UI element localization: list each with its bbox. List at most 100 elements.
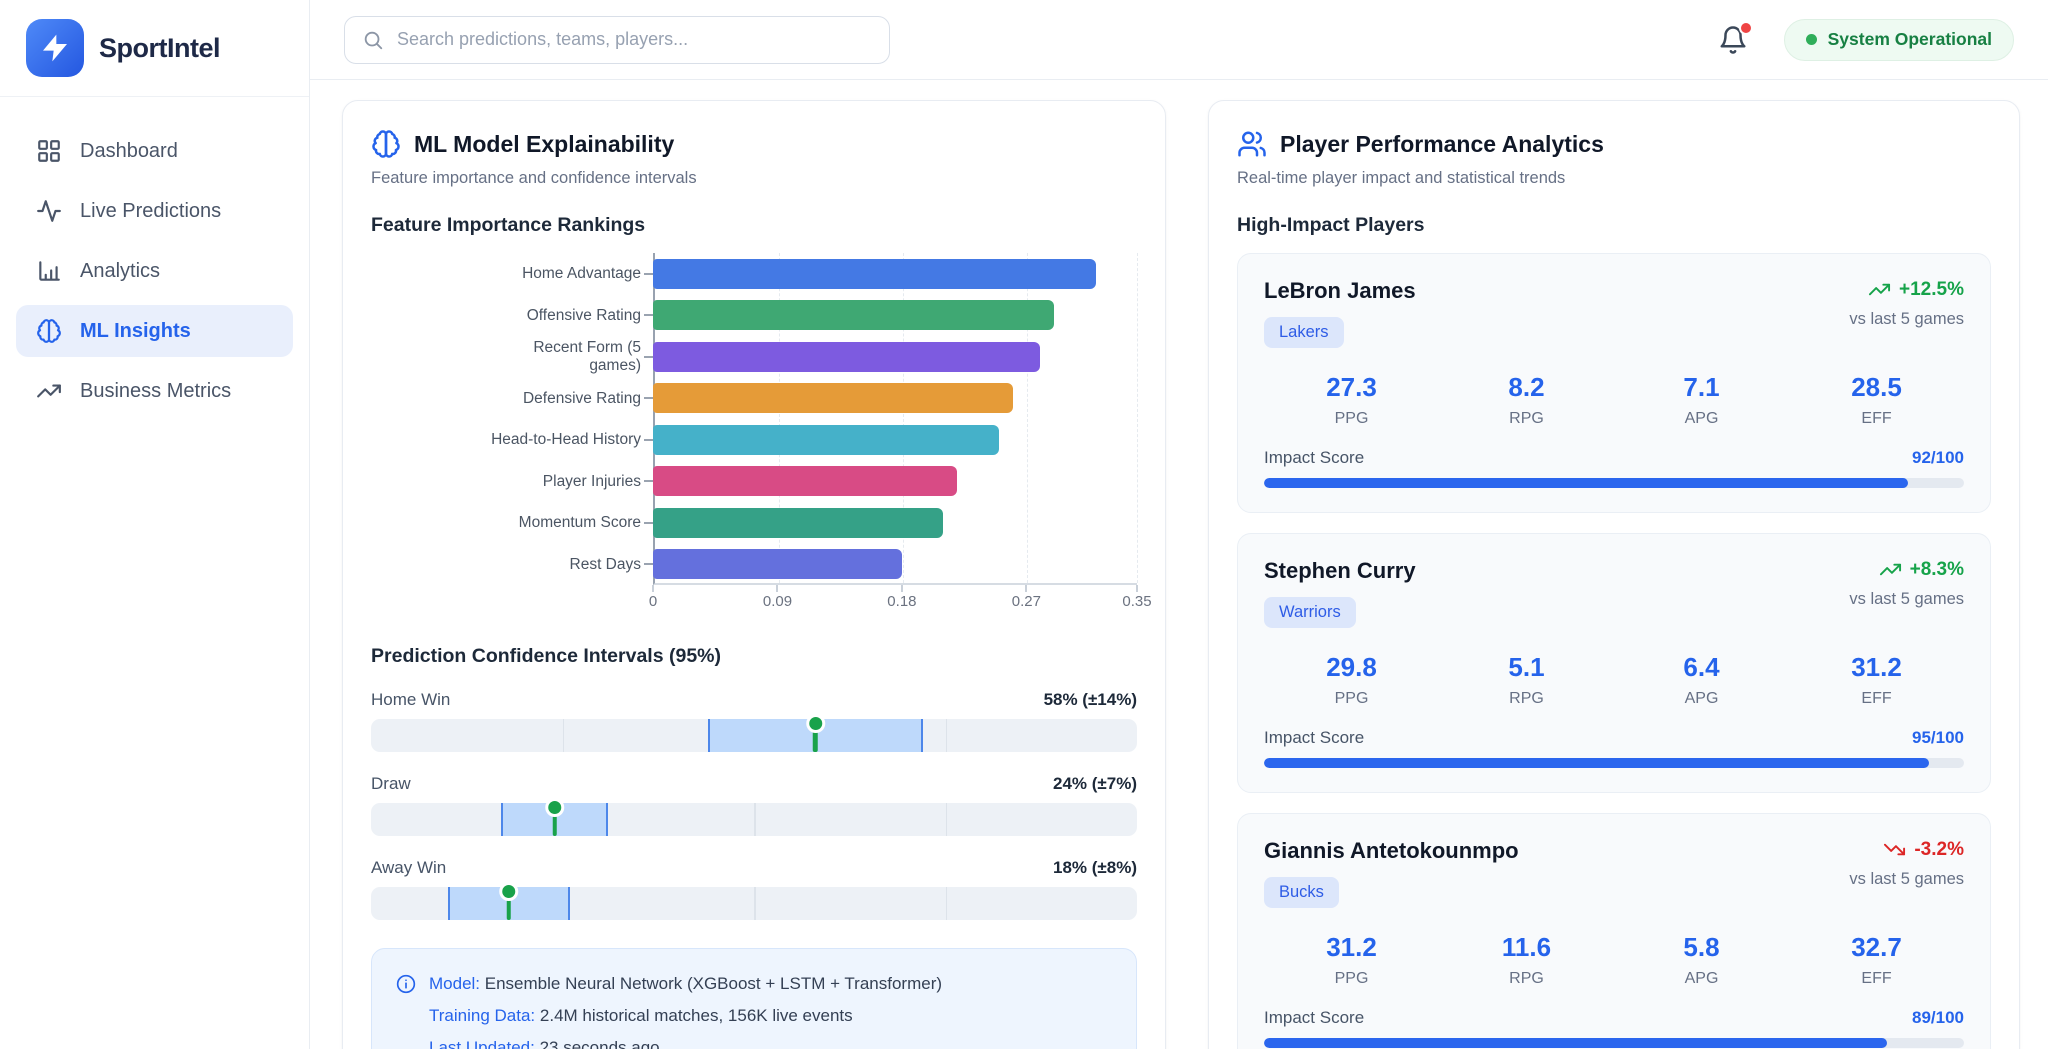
player-card-lebron-james: LeBron James Lakers +12.5% vs last 5 gam… xyxy=(1237,253,1991,513)
player-stat-ppg: 29.8PPG xyxy=(1264,652,1439,708)
player-card-stephen-curry: Stephen Curry Warriors +8.3% vs last 5 g… xyxy=(1237,533,1991,793)
impact-score-value: 95/100 xyxy=(1912,728,1964,748)
sidebar: SportIntel Dashboard Live Predictions An… xyxy=(0,0,310,1049)
player-name: Stephen Curry xyxy=(1264,558,1416,584)
ci-value-label: 58% (±14%) xyxy=(1044,690,1137,710)
ml-explainability-card: ML Model Explainability Feature importan… xyxy=(342,100,1166,1049)
impact-score-bar xyxy=(1264,478,1964,488)
model-info-line: Last Updated: 23 seconds ago xyxy=(429,1035,942,1049)
player-stat-apg: 7.1APG xyxy=(1614,372,1789,428)
players-list: LeBron James Lakers +12.5% vs last 5 gam… xyxy=(1237,253,1991,1049)
players-card-title: Player Performance Analytics xyxy=(1280,131,1604,158)
player-trend: +8.3% xyxy=(1849,558,1964,581)
players-card-subtitle: Real-time player impact and statistical … xyxy=(1237,169,1991,188)
notifications-button[interactable] xyxy=(1718,25,1748,55)
chart-row: Offensive Rating xyxy=(371,295,1137,337)
player-team-badge: Lakers xyxy=(1264,317,1344,348)
chart-bar xyxy=(653,549,902,579)
impact-score-bar xyxy=(1264,1038,1964,1048)
system-status-badge: System Operational xyxy=(1784,19,2014,61)
chart-row: Defensive Rating xyxy=(371,378,1137,420)
chart-category-label: Defensive Rating xyxy=(371,390,653,408)
chart-bar xyxy=(653,342,1040,372)
trending-up-icon xyxy=(36,378,62,404)
ci-marker-icon xyxy=(813,719,818,752)
feature-importance-title: Feature Importance Rankings xyxy=(371,214,1137,237)
chart-x-tick: 0 xyxy=(649,593,657,610)
chart-bar xyxy=(653,259,1096,289)
impact-score-label: Impact Score xyxy=(1264,1008,1364,1028)
trending-down-icon xyxy=(1883,838,1906,861)
chart-row: Rest Days xyxy=(371,544,1137,586)
sidebar-item-analytics[interactable]: Analytics xyxy=(16,245,293,297)
chart-bar xyxy=(653,425,999,455)
ci-outcome-label: Draw xyxy=(371,774,411,794)
player-stat-apg: 5.8APG xyxy=(1614,932,1789,988)
app-logo[interactable]: SportIntel xyxy=(0,0,309,97)
chart-x-tick: 0.18 xyxy=(887,593,916,610)
player-trend: -3.2% xyxy=(1849,838,1964,861)
ci-value-label: 24% (±7%) xyxy=(1053,774,1137,794)
feature-importance-chart: Home Advantage Offensive Rating Recent F… xyxy=(371,253,1137,615)
confidence-intervals: Home Win 58% (±14%) Draw 24% (±7%) Away … xyxy=(371,690,1137,920)
players-card-header: Player Performance Analytics xyxy=(1237,129,1991,159)
ml-card-header: ML Model Explainability xyxy=(371,129,1137,159)
player-stat-rpg: 8.2RPG xyxy=(1439,372,1614,428)
ci-marker-icon xyxy=(553,803,558,836)
search-input[interactable] xyxy=(397,29,872,50)
ci-outcome-label: Away Win xyxy=(371,858,446,878)
ci-track xyxy=(371,803,1137,836)
brain-icon xyxy=(371,129,401,159)
chart-x-tick: 0.09 xyxy=(763,593,792,610)
search-icon xyxy=(362,29,384,51)
chart-category-label: Home Advantage xyxy=(371,265,653,283)
ci-track xyxy=(371,719,1137,752)
sidebar-item-ml-insights[interactable]: ML Insights xyxy=(16,305,293,357)
chart-category-label: Recent Form (5 games) xyxy=(371,339,653,374)
player-stat-eff: 28.5EFF xyxy=(1789,372,1964,428)
search-box[interactable] xyxy=(344,16,890,64)
info-icon xyxy=(396,974,416,1049)
sidebar-item-dashboard[interactable]: Dashboard xyxy=(16,125,293,177)
player-trend: +12.5% xyxy=(1849,278,1964,301)
chart-category-label: Rest Days xyxy=(371,556,653,574)
player-stat-rpg: 5.1RPG xyxy=(1439,652,1614,708)
player-trend-note: vs last 5 games xyxy=(1849,310,1964,329)
player-name: LeBron James xyxy=(1264,278,1416,304)
confidence-interval-row: Away Win 18% (±8%) xyxy=(371,858,1137,920)
player-team-badge: Warriors xyxy=(1264,597,1356,628)
ml-card-subtitle: Feature importance and confidence interv… xyxy=(371,169,1137,188)
player-trend-note: vs last 5 games xyxy=(1849,590,1964,609)
impact-score-bar xyxy=(1264,758,1964,768)
activity-icon xyxy=(36,198,62,224)
impact-score-label: Impact Score xyxy=(1264,728,1364,748)
player-stats: 29.8PPG5.1RPG6.4APG31.2EFF xyxy=(1264,652,1964,708)
trending-up-icon xyxy=(1879,558,1902,581)
bar-chart-icon xyxy=(36,258,62,284)
chart-x-axis: 00.090.180.270.35 xyxy=(653,585,1137,615)
chart-x-tick: 0.27 xyxy=(1012,593,1041,610)
trending-up-icon xyxy=(1868,278,1891,301)
ci-value-label: 18% (±8%) xyxy=(1053,858,1137,878)
grid-icon xyxy=(36,138,62,164)
model-info-lines: Model: Ensemble Neural Network (XGBoost … xyxy=(429,971,942,1049)
notification-dot-icon xyxy=(1739,21,1753,35)
confidence-interval-row: Home Win 58% (±14%) xyxy=(371,690,1137,752)
main-content: ML Model Explainability Feature importan… xyxy=(310,80,2048,1049)
sidebar-item-business-metrics[interactable]: Business Metrics xyxy=(16,365,293,417)
player-stat-ppg: 31.2PPG xyxy=(1264,932,1439,988)
player-stat-eff: 31.2EFF xyxy=(1789,652,1964,708)
app-title: SportIntel xyxy=(99,33,220,64)
confidence-interval-row: Draw 24% (±7%) xyxy=(371,774,1137,836)
app-logo-icon xyxy=(26,19,84,77)
player-name: Giannis Antetokounmpo xyxy=(1264,838,1519,864)
player-card-giannis-antetokounmpo: Giannis Antetokounmpo Bucks -3.2% vs las… xyxy=(1237,813,1991,1049)
impact-score-value: 89/100 xyxy=(1912,1008,1964,1028)
chart-bar xyxy=(653,300,1054,330)
sidebar-nav: Dashboard Live Predictions Analytics ML … xyxy=(0,97,309,453)
users-icon xyxy=(1237,129,1267,159)
player-trend-note: vs last 5 games xyxy=(1849,870,1964,889)
high-impact-players-title: High-Impact Players xyxy=(1237,214,1991,237)
player-stat-ppg: 27.3PPG xyxy=(1264,372,1439,428)
sidebar-item-live-predictions[interactable]: Live Predictions xyxy=(16,185,293,237)
